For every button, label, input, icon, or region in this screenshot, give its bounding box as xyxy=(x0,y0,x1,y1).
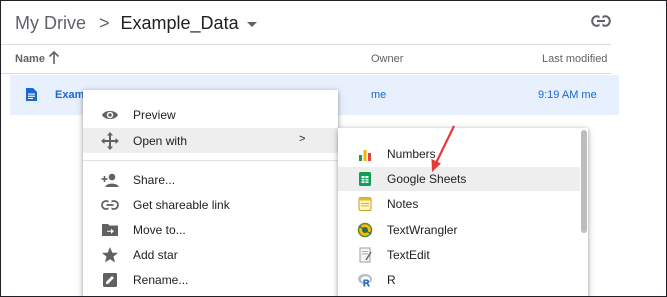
submenu-scrollbar[interactable] xyxy=(581,130,587,233)
move-arrows-icon xyxy=(101,132,119,150)
breadcrumb-my-drive[interactable]: My Drive xyxy=(15,13,86,34)
submenu-item-textwrangler[interactable]: TextWrangler xyxy=(338,218,580,242)
chevron-down-icon[interactable] xyxy=(246,22,257,27)
menu-item-move-to[interactable]: Move to... xyxy=(83,217,338,242)
breadcrumb-separator: > xyxy=(99,12,110,33)
menu-item-rename[interactable]: Rename... xyxy=(83,267,338,292)
menu-item-label: Get shareable link xyxy=(133,198,230,212)
menu-item-label: Preview xyxy=(133,108,176,122)
header-divider xyxy=(1,44,611,45)
pencil-icon xyxy=(101,271,119,289)
menu-item-open-with[interactable]: Open with > xyxy=(83,128,338,153)
menu-item-label: Add star xyxy=(133,248,178,262)
menu-item-share[interactable]: Share... xyxy=(83,167,338,192)
menu-item-label: Rename... xyxy=(133,273,189,287)
submenu-item-r[interactable]: R R xyxy=(338,268,580,292)
submenu-item-label: Notes xyxy=(387,197,419,211)
r-icon: R xyxy=(357,272,373,290)
folder-move-icon xyxy=(101,221,119,239)
svg-text:R: R xyxy=(363,279,371,289)
submenu-item-label: TextEdit xyxy=(387,248,430,262)
link-icon xyxy=(101,196,119,214)
submenu-item-notes[interactable]: Notes xyxy=(338,192,580,216)
submenu-item-label: R xyxy=(387,273,396,287)
open-with-submenu: Numbers Google Sheets Notes TextWrangler… xyxy=(338,128,588,296)
submenu-item-textedit[interactable]: TextEdit xyxy=(338,243,580,267)
arrow-up-icon[interactable] xyxy=(48,50,60,70)
star-icon xyxy=(101,246,119,264)
textwrangler-icon xyxy=(357,222,373,238)
person-add-icon xyxy=(101,171,119,189)
notes-icon xyxy=(357,196,373,212)
context-menu: Preview Open with > Share... Get shareab… xyxy=(83,90,338,296)
column-header-name[interactable]: Name xyxy=(15,53,45,65)
textedit-icon xyxy=(357,247,373,263)
drive-window: My Drive > Example_Data Name Owner Last … xyxy=(0,0,667,297)
menu-item-label: Move to... xyxy=(133,223,186,237)
eye-icon xyxy=(101,106,119,124)
menu-item-label: Share... xyxy=(133,173,176,187)
file-owner: me xyxy=(371,89,387,101)
menu-item-label: Open with xyxy=(133,134,188,148)
breadcrumb: My Drive > Example_Data xyxy=(15,10,257,36)
numbers-icon xyxy=(357,146,373,162)
red-arrow-annotation-icon xyxy=(421,123,461,180)
submenu-item-label: TextWrangler xyxy=(387,223,458,237)
menu-item-get-shareable-link[interactable]: Get shareable link xyxy=(83,192,338,217)
file-last-modified: 9:19 AM me xyxy=(538,89,597,101)
column-header-owner: Owner xyxy=(371,53,404,65)
column-header-divider xyxy=(1,73,611,74)
file-name[interactable]: Exam xyxy=(55,89,84,101)
menu-item-preview[interactable]: Preview xyxy=(83,102,338,127)
link-icon[interactable] xyxy=(591,14,611,32)
chevron-right-icon: > xyxy=(299,133,306,145)
column-header-last-modified[interactable]: Last modified xyxy=(542,53,607,65)
menu-item-add-star[interactable]: Add star xyxy=(83,242,338,267)
breadcrumb-current-folder[interactable]: Example_Data xyxy=(121,13,239,34)
menu-divider xyxy=(83,160,338,161)
doc-icon xyxy=(26,88,37,106)
sheets-icon xyxy=(357,171,373,187)
